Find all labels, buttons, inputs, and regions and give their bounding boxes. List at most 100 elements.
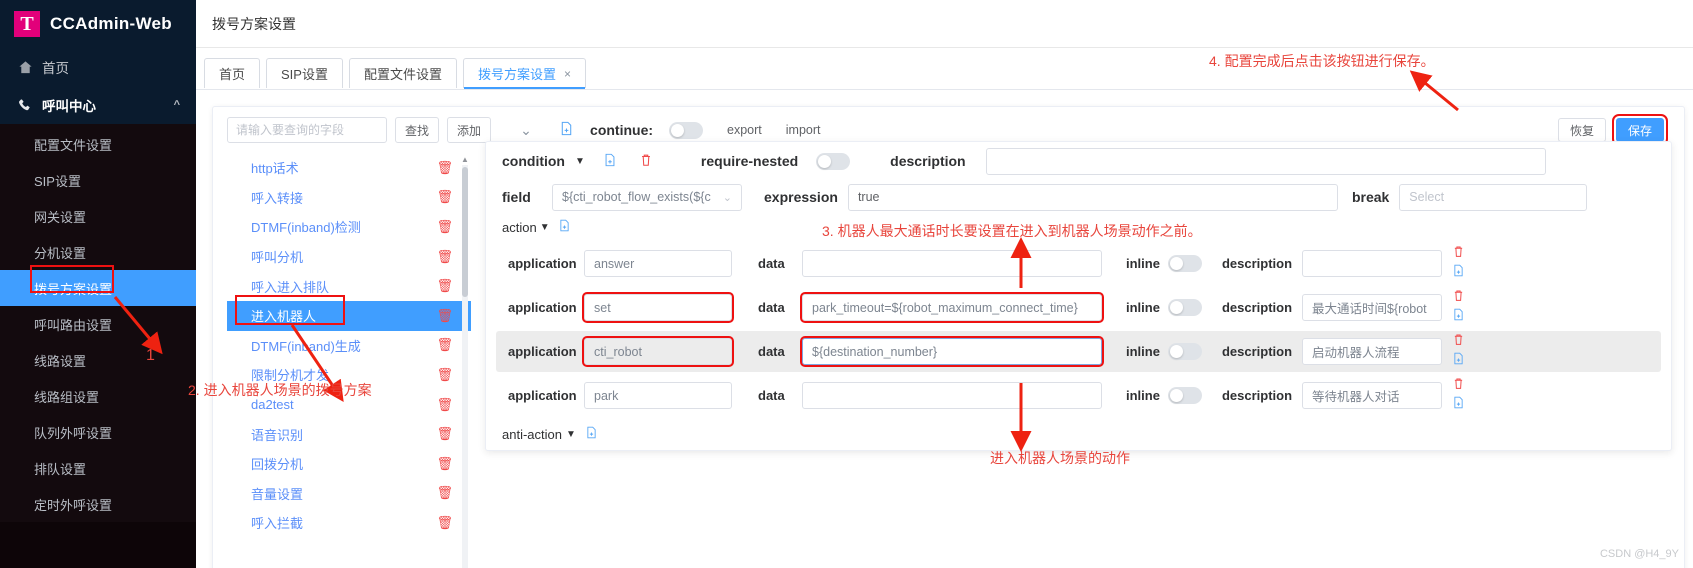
trash-icon[interactable]: 🗑 bbox=[436, 426, 453, 442]
row-description-input[interactable] bbox=[1302, 250, 1443, 277]
data-input[interactable]: ${destination_number} bbox=[800, 336, 1104, 367]
list-item[interactable]: http话术 🗑 bbox=[227, 153, 471, 183]
trash-icon[interactable]: 🗑 bbox=[436, 160, 453, 176]
find-button[interactable]: 查找 bbox=[395, 117, 440, 143]
list-item[interactable]: 音量设置 🗑 bbox=[227, 479, 471, 509]
list-item[interactable]: DTMF(inband)生成 🗑 bbox=[227, 331, 471, 361]
row-description-input[interactable]: 启动机器人流程 bbox=[1302, 338, 1443, 365]
trash-icon[interactable]: 🗑 bbox=[436, 515, 453, 531]
tab-sip-settings[interactable]: SIP设置 bbox=[266, 58, 343, 88]
new-document-icon[interactable] bbox=[1452, 308, 1465, 326]
trash-icon[interactable]: 🗑 bbox=[436, 189, 453, 205]
chevron-down-icon[interactable]: ▼ bbox=[540, 222, 550, 233]
new-document-icon[interactable] bbox=[559, 121, 574, 140]
tab-home[interactable]: 首页 bbox=[204, 58, 261, 88]
new-document-icon[interactable] bbox=[1452, 352, 1465, 370]
trash-icon[interactable] bbox=[1452, 377, 1465, 395]
trash-icon[interactable]: 🗑 bbox=[436, 278, 453, 294]
trash-icon[interactable] bbox=[639, 153, 653, 170]
trash-icon[interactable] bbox=[1452, 245, 1465, 263]
application-input[interactable]: park bbox=[584, 382, 732, 409]
sidebar-item-sip-settings[interactable]: SIP设置 bbox=[0, 162, 196, 198]
chevron-down-icon[interactable]: ⌄ bbox=[513, 122, 539, 139]
list-item[interactable]: 语音识别 🗑 bbox=[227, 419, 471, 449]
list-item[interactable]: 限制分机才发 🗑 bbox=[227, 360, 471, 390]
field-label: field bbox=[502, 189, 531, 205]
sidebar-item-home[interactable]: 首页 bbox=[0, 48, 196, 86]
inline-toggle[interactable] bbox=[1167, 255, 1202, 272]
list-item[interactable]: da2test 🗑 bbox=[227, 390, 471, 420]
sidebar-item-line-group-settings[interactable]: 线路组设置 bbox=[0, 378, 196, 414]
new-document-icon[interactable] bbox=[1452, 396, 1465, 414]
sidebar-item-scheduled-outbound-settings[interactable]: 定时外呼设置 bbox=[0, 486, 196, 522]
add-button[interactable]: 添加 bbox=[447, 117, 492, 143]
save-button[interactable]: 保存 bbox=[1611, 114, 1669, 146]
chevron-down-icon[interactable]: ▼ bbox=[566, 429, 576, 440]
sidebar-item-call-route-settings[interactable]: 呼叫路由设置 bbox=[0, 306, 196, 342]
tab-profile-settings[interactable]: 配置文件设置 bbox=[348, 58, 457, 88]
inline-toggle[interactable] bbox=[1167, 387, 1202, 404]
sidebar-item-queue-outbound-settings[interactable]: 队列外呼设置 bbox=[0, 414, 196, 450]
restore-button[interactable]: 恢复 bbox=[1557, 118, 1606, 142]
field-select[interactable]: ${cti_robot_flow_exists(${c ⌄ bbox=[552, 183, 742, 211]
trash-icon[interactable]: 🗑 bbox=[436, 337, 453, 353]
scroll-up-icon[interactable]: ▲ bbox=[461, 155, 469, 164]
list-item[interactable]: 呼叫分机 🗑 bbox=[227, 242, 471, 272]
row-description-input[interactable]: 等待机器人对话 bbox=[1302, 382, 1443, 409]
close-icon[interactable]: × bbox=[564, 67, 571, 81]
sidebar-item-queue-settings[interactable]: 排队设置 bbox=[0, 450, 196, 486]
sidebar-item-gateway-settings[interactable]: 网关设置 bbox=[0, 198, 196, 234]
new-document-icon[interactable] bbox=[558, 219, 571, 235]
new-document-icon[interactable] bbox=[603, 153, 617, 170]
chevron-up-icon[interactable]: ^ bbox=[174, 99, 180, 111]
list-item[interactable]: 呼入拦截 🗑 bbox=[227, 508, 471, 538]
field-value: ${cti_robot_flow_exists(${c bbox=[562, 190, 711, 204]
row-description-input[interactable]: 最大通话时间${robot bbox=[1302, 294, 1443, 321]
list-item-label: 回拨分机 bbox=[251, 457, 304, 473]
trash-icon[interactable]: 🗑 bbox=[436, 219, 453, 235]
sidebar-item-line-settings[interactable]: 线路设置 bbox=[0, 342, 196, 378]
trash-icon[interactable]: 🗑 bbox=[436, 456, 453, 472]
require-nested-toggle[interactable] bbox=[816, 152, 851, 170]
trash-icon[interactable]: 🗑 bbox=[436, 308, 453, 324]
sidebar-item-profile-settings[interactable]: 配置文件设置 bbox=[0, 126, 196, 162]
search-input[interactable] bbox=[227, 117, 387, 143]
trash-icon[interactable]: 🗑 bbox=[436, 249, 453, 265]
continue-toggle[interactable] bbox=[669, 121, 704, 139]
app-root: T CCAdmin-Web 首页 呼叫中心 ^ 配置文件设置 SIP设置 网关设… bbox=[0, 0, 1693, 568]
scrollbar-thumb[interactable] bbox=[462, 167, 468, 297]
data-input[interactable]: park_timeout=${robot_maximum_connect_tim… bbox=[800, 292, 1104, 323]
export-button[interactable]: export bbox=[727, 123, 762, 137]
application-input[interactable]: cti_robot bbox=[582, 336, 734, 367]
watermark: CSDN @H4_9Y bbox=[1599, 548, 1679, 560]
chevron-down-icon[interactable]: ▼ bbox=[575, 156, 585, 167]
break-select[interactable]: Select bbox=[1399, 183, 1588, 211]
list-item[interactable]: 呼入转接 🗑 bbox=[227, 183, 471, 213]
list-scrollbar[interactable]: ▲ bbox=[461, 155, 469, 568]
import-button[interactable]: import bbox=[786, 123, 821, 137]
condition-description-input[interactable] bbox=[985, 147, 1546, 175]
data-input[interactable] bbox=[802, 382, 1102, 409]
list-item[interactable]: DTMF(inband)检测 🗑 bbox=[227, 212, 471, 242]
action-label: action bbox=[502, 219, 537, 235]
page-header: 拨号方案设置 bbox=[196, 0, 1693, 48]
application-input[interactable]: answer bbox=[584, 250, 732, 277]
trash-icon[interactable]: 🗑 bbox=[436, 485, 453, 501]
list-item[interactable]: 回拨分机 🗑 bbox=[227, 449, 471, 479]
sidebar-item-label: 线路组设置 bbox=[34, 389, 100, 405]
anti-action-header: anti-action ▼ bbox=[486, 419, 1671, 449]
data-input[interactable] bbox=[802, 250, 1102, 277]
trash-icon[interactable]: 🗑 bbox=[436, 397, 453, 413]
tab-dialplan-settings[interactable]: 拨号方案设置 × bbox=[463, 58, 587, 89]
new-document-icon[interactable] bbox=[1452, 264, 1465, 282]
expression-input[interactable]: true bbox=[847, 183, 1338, 211]
application-input[interactable]: set bbox=[582, 292, 734, 323]
sidebar-group-call-center[interactable]: 呼叫中心 ^ bbox=[0, 86, 196, 124]
inline-toggle[interactable] bbox=[1167, 299, 1202, 316]
trash-icon[interactable] bbox=[1452, 289, 1465, 307]
tab-label: 配置文件设置 bbox=[363, 67, 442, 82]
new-document-icon[interactable] bbox=[585, 426, 598, 442]
trash-icon[interactable] bbox=[1452, 333, 1465, 351]
trash-icon[interactable]: 🗑 bbox=[436, 367, 453, 383]
inline-toggle[interactable] bbox=[1167, 343, 1202, 360]
